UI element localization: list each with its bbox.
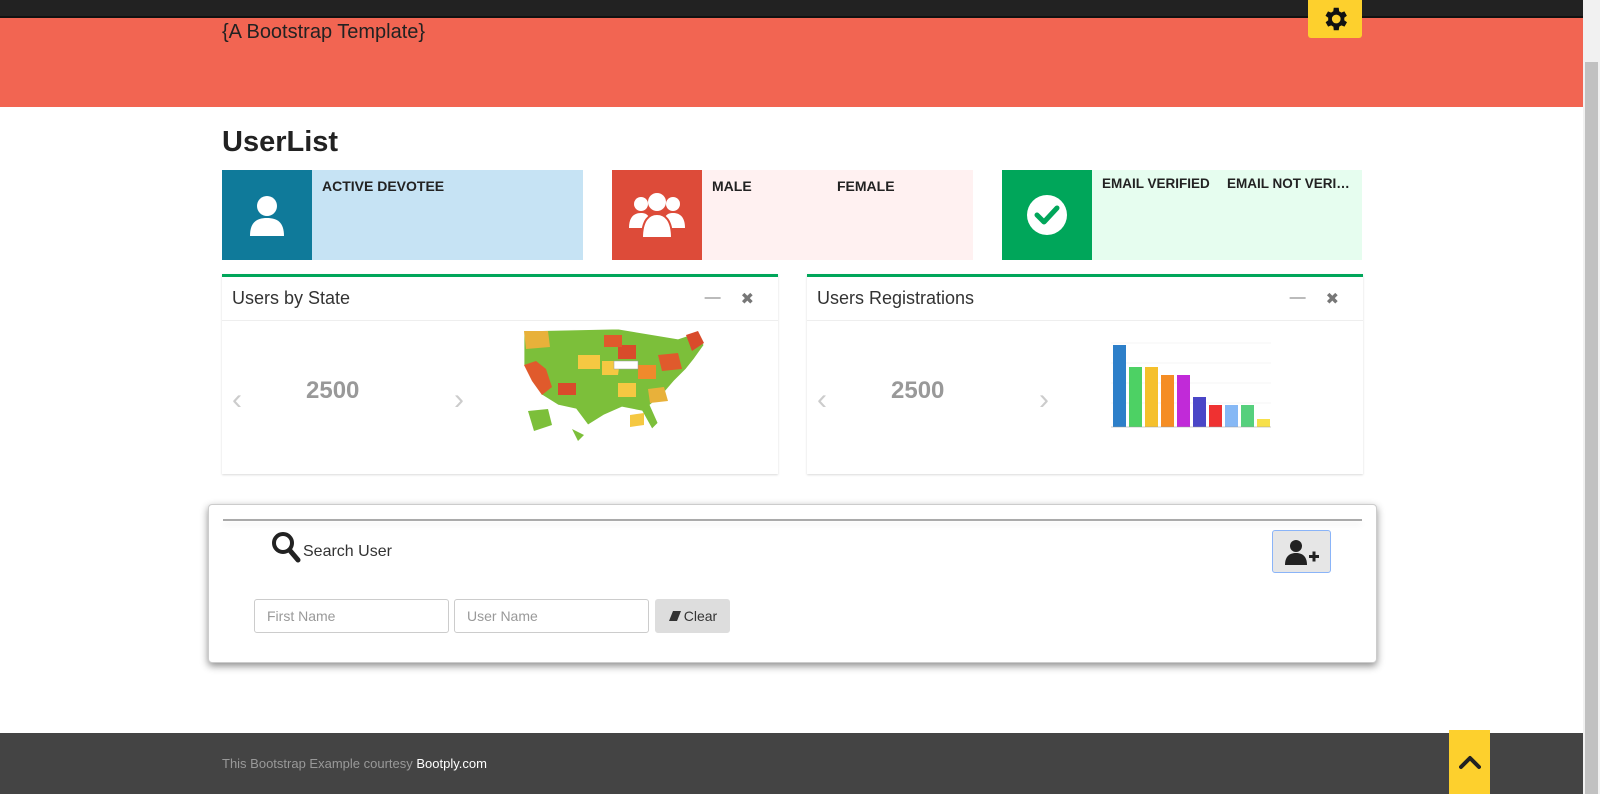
check-circle-icon — [1027, 195, 1067, 235]
panel-header: Users Registrations — ✖ — [807, 277, 1363, 321]
panel-value: 2500 — [306, 377, 360, 404]
first-name-input[interactable] — [254, 599, 449, 633]
page-scrollbar[interactable] — [1583, 0, 1600, 794]
minimize-icon[interactable]: — — [1290, 289, 1306, 309]
search-header: Search User — [271, 531, 392, 563]
user-plus-icon — [1284, 539, 1319, 565]
stat-icon-box — [612, 170, 702, 260]
stat-body: MALE FEMALE — [702, 170, 973, 260]
panel-header: Users by State — ✖ — [222, 277, 778, 321]
stat-label-active-devotee: ACTIVE DEVOTEE — [322, 178, 445, 194]
panel-users-by-state: Users by State — ✖ ‹ 2500 › — [222, 274, 778, 474]
brand-title[interactable]: {A Bootstrap Template} — [222, 21, 425, 44]
stat-body: ACTIVE DEVOTEE — [312, 170, 583, 260]
panel-users-registrations: Users Registrations — ✖ ‹ 2500 › — [807, 274, 1363, 474]
clear-label: Clear — [683, 608, 718, 624]
close-icon[interactable]: ✖ — [1326, 289, 1339, 309]
stat-active-devotee: ACTIVE DEVOTEE — [222, 170, 583, 260]
stat-label-email-not-verified: EMAIL NOT VERIFIED — [1227, 176, 1352, 191]
gear-icon — [1325, 7, 1347, 31]
settings-button[interactable] — [1308, 0, 1362, 38]
stat-label-email-verified: EMAIL VERIFIED — [1102, 176, 1210, 191]
eraser-icon — [668, 611, 681, 621]
footer-text: This Bootstrap Example courtesy Bootply.… — [222, 756, 487, 771]
panel-tools: — ✖ — [1290, 289, 1339, 309]
bar-chart-thumbnail — [1097, 323, 1273, 449]
user-name-input[interactable] — [454, 599, 649, 633]
chevron-up-icon — [1458, 756, 1481, 769]
card-divider — [223, 519, 1362, 521]
back-to-top-button[interactable] — [1449, 730, 1490, 794]
stat-label-male: MALE — [712, 178, 752, 194]
search-user-label: Search User — [303, 543, 392, 560]
scrollbar-thumb[interactable] — [1585, 62, 1598, 794]
stat-icon-box — [222, 170, 312, 260]
carousel-next-icon[interactable]: › — [1039, 383, 1049, 417]
panel-title: Users Registrations — [817, 288, 975, 308]
clear-button[interactable]: Clear — [655, 599, 730, 633]
site-footer: This Bootstrap Example courtesy Bootply.… — [0, 733, 1583, 794]
panel-tools: — ✖ — [705, 289, 754, 309]
search-user-card: Search User Clear — [208, 504, 1377, 663]
carousel-next-icon[interactable]: › — [454, 383, 464, 417]
stat-icon-box — [1002, 170, 1092, 260]
minimize-icon[interactable]: — — [705, 289, 721, 309]
stat-label-female: FEMALE — [837, 178, 895, 194]
panel-title: Users by State — [232, 288, 351, 308]
us-states-map — [523, 328, 705, 441]
close-icon[interactable]: ✖ — [741, 289, 754, 309]
users-group-icon — [629, 193, 685, 238]
footer-credit: This Bootstrap Example courtesy — [222, 756, 417, 771]
panel-body: ‹ 2500 › — [807, 321, 1363, 474]
search-icon — [272, 532, 301, 563]
carousel-prev-icon[interactable]: ‹ — [817, 383, 827, 417]
stat-body: EMAIL VERIFIED EMAIL NOT VERIFIED — [1092, 170, 1362, 260]
add-user-button[interactable] — [1272, 530, 1331, 573]
stat-email: EMAIL VERIFIED EMAIL NOT VERIFIED — [1002, 170, 1362, 260]
stat-gender: MALE FEMALE — [612, 170, 973, 260]
bootply-link[interactable]: Bootply.com — [416, 756, 487, 771]
page-title: UserList — [222, 126, 339, 158]
carousel-prev-icon[interactable]: ‹ — [232, 383, 242, 417]
user-icon — [250, 196, 284, 236]
panel-value: 2500 — [891, 377, 945, 404]
panel-body: ‹ 2500 › — [222, 321, 778, 474]
